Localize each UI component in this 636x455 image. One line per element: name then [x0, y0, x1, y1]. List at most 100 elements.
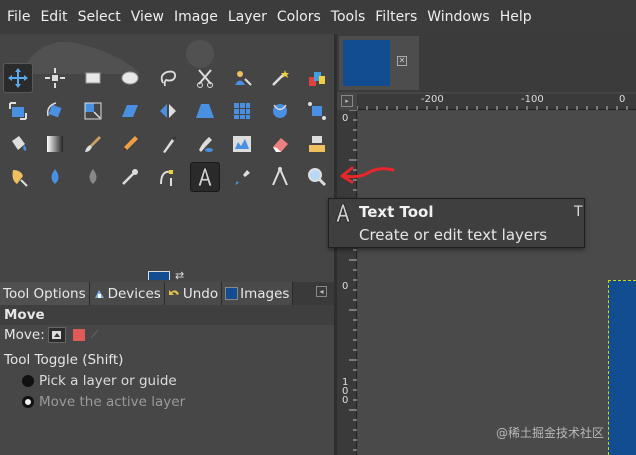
- text-tool-icon: [335, 203, 351, 223]
- red-arrow-annotation: [340, 166, 395, 184]
- dodge-burn-tool[interactable]: [40, 162, 70, 192]
- move-path-mode-button[interactable]: ⟋: [91, 328, 99, 342]
- zoom-tool[interactable]: [302, 162, 332, 192]
- radio-pick-layer-indicator: [22, 375, 34, 387]
- airbrush-tool[interactable]: [115, 162, 145, 192]
- gradient-tool[interactable]: [40, 129, 70, 159]
- dodge-icon: [51, 169, 59, 184]
- horizontal-ruler-ticks: [357, 106, 628, 110]
- smudge-icon: [12, 170, 28, 187]
- 3d-transform-tool[interactable]: [227, 96, 257, 126]
- gradient-icon: [47, 136, 64, 152]
- pencil-tool[interactable]: [115, 129, 145, 159]
- menu-edit[interactable]: Edit: [35, 0, 72, 34]
- tab-devices[interactable]: Devices: [89, 282, 165, 305]
- ruler-label-minus-100: -100: [521, 94, 544, 105]
- tooltip-shortcut: T: [574, 204, 583, 220]
- swap-colors-icon[interactable]: ⇄: [175, 269, 184, 280]
- toolbox: ⇄: [0, 34, 336, 280]
- tooltip-description: Create or edit text layers: [359, 226, 548, 244]
- tool-options-panel: Move Move: ⟋ Tool Toggle (Shift) Pick a …: [0, 305, 336, 455]
- text-tool[interactable]: [190, 162, 220, 192]
- move-mode-label: Move:: [4, 327, 45, 343]
- scissors-icon: [197, 69, 213, 88]
- tab-undo[interactable]: Undo: [164, 282, 223, 305]
- alignment-tool[interactable]: [40, 63, 70, 93]
- clone-icon: [309, 136, 326, 152]
- tab-images-label: Images: [240, 285, 290, 302]
- smudge-tool[interactable]: [3, 162, 33, 192]
- perspective-icon: [196, 104, 214, 118]
- ellipse-select-tool[interactable]: [115, 63, 145, 93]
- menu-image[interactable]: Image: [169, 0, 223, 34]
- rotate-tool[interactable]: [40, 96, 70, 126]
- unified-transform-icon: [9, 102, 27, 120]
- paths-icon: [159, 170, 173, 186]
- radio-move-active-layer[interactable]: Move the active layer: [22, 394, 185, 410]
- panel-menu-icon[interactable]: ◂: [316, 286, 327, 297]
- vruler-label-100: 1 0 0: [342, 377, 349, 406]
- scale-tool[interactable]: [78, 96, 108, 126]
- fuzzy-select-tool[interactable]: [265, 63, 295, 93]
- warp-icon: [272, 104, 287, 118]
- shear-tool[interactable]: [115, 96, 145, 126]
- menu-colors[interactable]: Colors: [272, 0, 326, 34]
- vruler-label-zero: 0: [342, 281, 349, 292]
- clone-tool[interactable]: [302, 129, 332, 159]
- paths-tool[interactable]: [153, 162, 183, 192]
- menu-filters[interactable]: Filters: [370, 0, 422, 34]
- radio-pick-layer[interactable]: Pick a layer or guide: [22, 373, 177, 389]
- warp-transform-tool[interactable]: [265, 96, 295, 126]
- ruler-corner-icon[interactable]: ▸: [341, 95, 353, 107]
- tab-images[interactable]: Images: [222, 282, 294, 305]
- scissors-select-tool[interactable]: [190, 63, 220, 93]
- move-layer-mode-button[interactable]: [47, 327, 66, 343]
- free-select-tool[interactable]: [153, 63, 183, 93]
- blur-tool[interactable]: [78, 162, 108, 192]
- scale-icon: [84, 102, 102, 120]
- mypaint-brush-tool[interactable]: [190, 129, 220, 159]
- histogram-tool[interactable]: [227, 129, 257, 159]
- color-picker-tool[interactable]: [227, 162, 257, 192]
- move-selection-mode-button[interactable]: [72, 329, 85, 341]
- image-layer[interactable]: [608, 280, 636, 455]
- foreground-select-tool[interactable]: [227, 63, 257, 93]
- menu-select[interactable]: Select: [73, 0, 126, 34]
- paintbrush-icon: [84, 136, 101, 152]
- radio-pick-layer-label: Pick a layer or guide: [39, 373, 177, 389]
- menu-layer[interactable]: Layer: [223, 0, 272, 34]
- watermark: @稀土掘金技术社区: [496, 426, 605, 440]
- unified-transform-tool[interactable]: [3, 96, 33, 126]
- ellipse-select-icon: [121, 71, 139, 85]
- eraser-icon: [272, 138, 288, 152]
- rectangle-select-tool[interactable]: [78, 63, 108, 93]
- close-image-icon[interactable]: ✕: [397, 56, 407, 66]
- handle-transform-tool[interactable]: [302, 96, 332, 126]
- tool-toggle-label: Tool Toggle (Shift): [4, 352, 124, 368]
- ink-tool[interactable]: [153, 129, 183, 159]
- canvas-area[interactable]: [358, 111, 636, 455]
- image-tab[interactable]: ✕: [339, 36, 419, 90]
- measure-tool[interactable]: [265, 162, 295, 192]
- radio-move-active-layer-label: Move the active layer: [39, 394, 186, 410]
- paintbrush-tool[interactable]: [78, 129, 108, 159]
- image-tabs-strip: ✕: [337, 34, 636, 92]
- bucket-fill-tool[interactable]: [3, 129, 33, 159]
- dock-tabs: Tool Options Devices Undo Images: [0, 282, 336, 305]
- menu-tools[interactable]: Tools: [326, 0, 371, 34]
- foreground-color[interactable]: [148, 271, 170, 280]
- menu-windows[interactable]: Windows: [422, 0, 495, 34]
- tab-tool-options[interactable]: Tool Options: [0, 282, 90, 305]
- menu-help[interactable]: Help: [495, 0, 537, 34]
- perspective-tool[interactable]: [190, 96, 220, 126]
- select-by-color-tool[interactable]: [302, 63, 332, 93]
- eraser-tool[interactable]: [265, 129, 295, 159]
- move-tool[interactable]: [3, 63, 33, 93]
- menu-view[interactable]: View: [126, 0, 169, 34]
- menu-file[interactable]: File: [2, 0, 35, 34]
- ruler-label-0: 0: [619, 94, 626, 105]
- tool-options-title: Move: [0, 305, 336, 325]
- shear-icon: [122, 105, 139, 117]
- image-thumbnail: [343, 40, 390, 86]
- flip-tool[interactable]: [153, 96, 183, 126]
